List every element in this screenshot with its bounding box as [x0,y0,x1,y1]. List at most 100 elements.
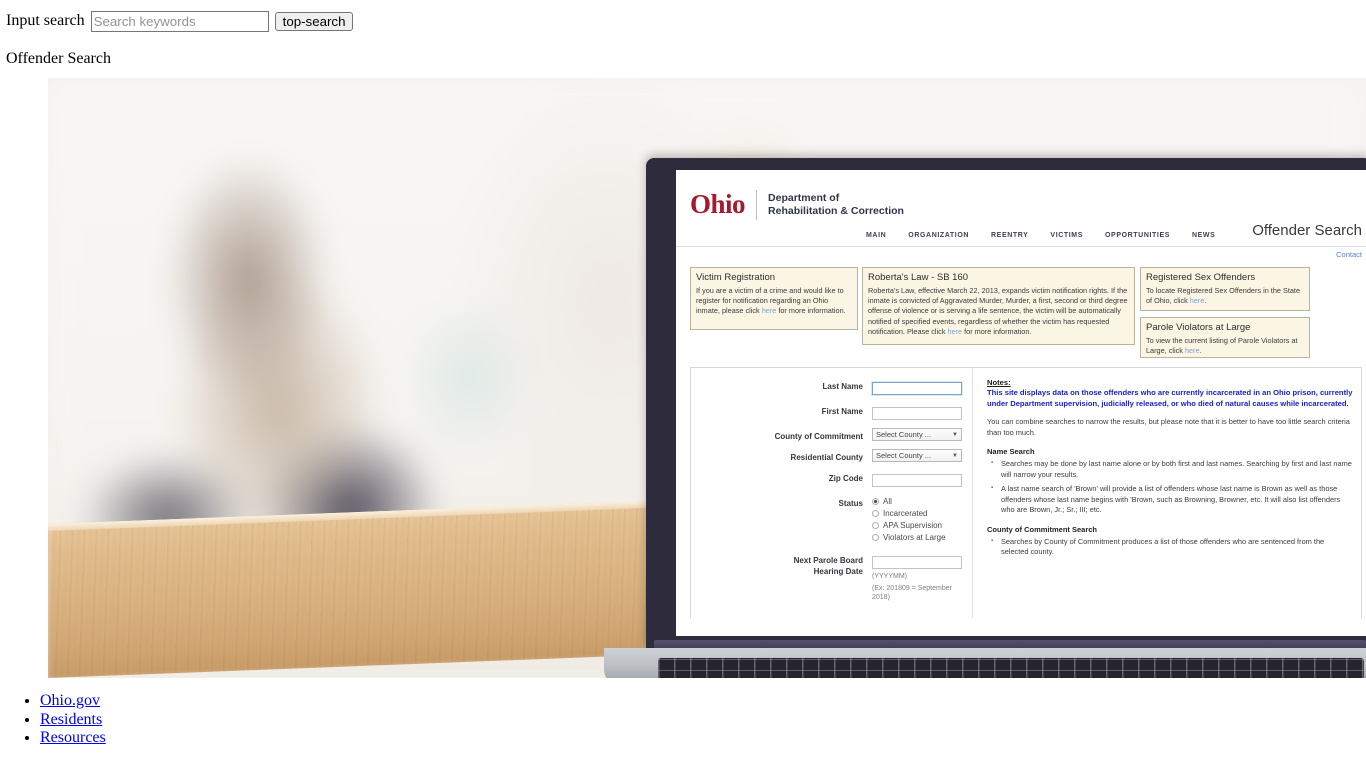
search-form: Last Name First Name County of Commitmen… [691,368,973,618]
footer-link-list: Ohio.gov Residents Resources [0,692,1366,748]
info-box-body: To view the current listing of Parole Vi… [1146,336,1304,356]
search-panel: Last Name First Name County of Commitmen… [690,367,1362,618]
last-name-input[interactable] [872,382,962,395]
status-label: Status [838,499,863,508]
laptop-device: Ohio Department of Rehabilitation & Corr… [598,78,1366,678]
county-commitment-select[interactable]: Select County ... ▼ [872,428,962,441]
status-option-violators-at-large[interactable]: Violators at Large [872,533,964,542]
radio-icon[interactable] [872,522,879,529]
info-box-title: Parole Violators at Large [1146,322,1251,333]
ohio-logo[interactable]: Ohio [690,190,746,218]
info-text-post: for more information. [962,326,1032,336]
info-box-robertas-law: Roberta's Law - SB 160 Roberta's Law, ef… [862,267,1135,345]
footer-link-resources[interactable]: Resources [40,729,106,746]
info-text-pre: To view the current listing of Parole Vi… [1146,336,1298,356]
notes-panel: Notes: This site displays data on those … [973,368,1361,618]
nav-item-main[interactable]: MAIN [866,232,886,239]
info-text-post: . [1199,346,1202,356]
footer-link-ohio-gov[interactable]: Ohio.gov [40,692,100,709]
here-link[interactable]: here [948,327,963,336]
status-option-apa-supervision[interactable]: APA Supervision [872,521,964,530]
county-commitment-label: County of Commitment [774,432,863,441]
laptop-keyboard [658,658,1364,678]
residential-county-select[interactable]: Select County ... ▼ [872,449,962,462]
info-box-victim-registration: Victim Registration If you are a victim … [690,267,858,330]
hearing-date-input[interactable] [872,556,962,569]
field-row-zip-code: Zip Code [691,470,964,488]
info-boxes: Victim Registration If you are a victim … [690,267,1362,358]
nav-item-news[interactable]: NEWS [1192,232,1215,239]
site-header: Ohio Department of Rehabilitation & Corr… [676,170,1366,220]
hearing-date-label: Next Parole Board Hearing Date [745,552,872,577]
zip-code-input[interactable] [872,474,962,487]
radio-icon[interactable] [872,534,879,541]
info-box-title: Roberta's Law - SB 160 [868,272,969,283]
chevron-down-icon: ▼ [952,452,958,459]
department-line-2: Rehabilitation & Correction [768,205,904,217]
status-option-label: All [883,497,892,506]
first-name-label: First Name [821,407,863,416]
status-option-incarcerated[interactable]: Incarcerated [872,509,964,518]
contact-link[interactable]: Contact [676,247,1366,259]
search-label: Input search [6,12,85,29]
info-text-post: . [1204,296,1207,306]
field-row-hearing-date: Next Parole Board Hearing Date (YYYYMM) … [691,552,964,603]
list-item: A last name search of 'Brown' will provi… [991,483,1353,516]
info-box-body: If you are a victim of a crime and would… [696,286,852,317]
top-search-bar: Input search top-search [0,0,1366,34]
hearing-date-label-line-2: Hearing Date [813,567,863,576]
name-search-list: Searches may be done by last name alone … [987,458,1353,516]
info-text-post: for more information. [776,306,846,316]
brand-divider [756,190,758,220]
laptop-photo: Ohio Department of Rehabilitation & Corr… [48,78,1366,678]
offender-search-website: Ohio Department of Rehabilitation & Corr… [676,170,1366,636]
info-box-body: Roberta's Law, effective March 22, 2013,… [868,286,1129,337]
hearing-date-format-hint: (YYYYMM) [872,573,907,580]
hero-image: Ohio Department of Rehabilitation & Corr… [0,78,1366,678]
footer-link-residents[interactable]: Residents [40,711,102,728]
radio-icon[interactable] [872,510,879,517]
here-link[interactable]: here [1190,296,1205,305]
status-option-label: Violators at Large [883,533,946,542]
list-item: Searches by County of Commitment produce… [991,536,1353,558]
field-row-residential-county: Residential County Select County ... ▼ [691,449,964,463]
field-row-first-name: First Name [691,403,964,421]
here-link[interactable]: here [762,306,777,315]
residential-county-label: Residential County [790,453,863,462]
site-page-title: Offender Search [1252,222,1362,239]
field-row-status: Status All Incarcerated APA Supervision … [691,495,964,545]
list-item: Residents [40,711,1366,730]
keyboard-keys [658,658,1364,678]
county-search-list: Searches by County of Commitment produce… [987,536,1353,558]
field-row-last-name: Last Name [691,378,964,396]
status-option-all[interactable]: All [872,497,964,506]
chevron-down-icon: ▼ [952,431,958,438]
nav-item-opportunities[interactable]: OPPORTUNITIES [1105,232,1170,239]
search-input[interactable] [90,10,269,32]
status-option-label: Incarcerated [883,509,928,518]
first-name-input[interactable] [872,407,962,420]
status-radio-group: All Incarcerated APA Supervision Violato… [872,495,964,545]
status-option-label: APA Supervision [883,521,942,530]
info-box-title: Victim Registration [696,272,776,283]
list-item: Searches may be done by last name alone … [991,458,1353,480]
nav-item-victims[interactable]: VICTIMS [1050,232,1083,239]
nav-item-reentry[interactable]: REENTRY [991,232,1028,239]
county-commitment-value: Select County ... [876,430,932,439]
residential-county-value: Select County ... [876,451,932,460]
list-item: Resources [40,729,1366,748]
info-box-title: Registered Sex Offenders [1146,272,1256,283]
here-link[interactable]: here [1185,346,1200,355]
radio-icon[interactable] [872,498,879,505]
notes-paragraph: You can combine searches to narrow the r… [987,417,1350,437]
notes-highlight: This site displays data on those offende… [987,388,1353,408]
last-name-label: Last Name [822,382,863,391]
nav-item-organization[interactable]: ORGANIZATION [908,232,969,239]
info-box-body: To locate Registered Sex Offenders in th… [1146,286,1304,306]
department-line-1: Department of [768,192,840,204]
list-item: Ohio.gov [40,692,1366,711]
top-search-button[interactable]: top-search [274,11,354,31]
page-title: Offender Search [6,50,111,67]
hearing-date-example-hint: (Ex: 201809 = September 2018) [872,584,952,602]
county-search-heading: County of Commitment Search [987,524,1098,534]
